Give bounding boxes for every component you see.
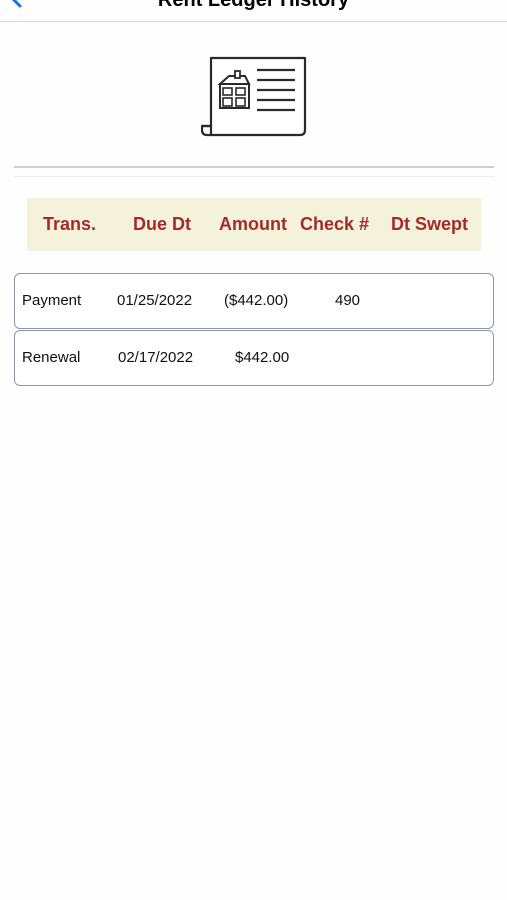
column-header-amount: Amount	[219, 214, 287, 234]
cell-due-dt: 02/17/2022	[118, 349, 194, 366]
table-row[interactable]: Renewal 02/17/2022 $442.00	[14, 330, 494, 386]
divider	[14, 166, 494, 168]
house-document-icon	[201, 56, 307, 137]
cell-check: 490	[335, 292, 361, 309]
cell-trans: Payment	[22, 292, 82, 309]
column-header-due-dt: Due Dt	[133, 214, 191, 234]
table-row[interactable]: Payment 01/25/2022 ($442.00) 490	[14, 273, 494, 329]
divider	[14, 176, 494, 177]
cell-amount: $442.00	[235, 349, 290, 366]
cell-trans: Renewal	[22, 349, 81, 366]
cell-amount: ($442.00)	[224, 292, 289, 309]
column-header-trans: Trans.	[43, 214, 97, 234]
cell-due-dt: 01/25/2022	[117, 292, 193, 309]
column-header-check: Check #	[300, 214, 370, 234]
nav-title: Rent Ledger History	[157, 0, 350, 11]
nav-bar: Rent Ledger History	[0, 0, 507, 22]
column-header-dt-swept: Dt Swept	[391, 214, 469, 234]
